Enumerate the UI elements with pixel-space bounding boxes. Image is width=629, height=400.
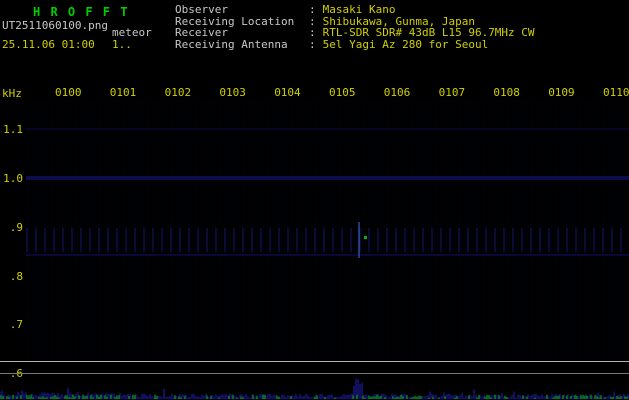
- time-tick-label: 0105: [329, 86, 356, 99]
- weak-echo-streak: [358, 222, 360, 258]
- spectrogram-plot: [26, 100, 629, 361]
- freq-tick-label: 1.0: [3, 172, 23, 185]
- freq-tick-label: .9: [9, 221, 23, 234]
- time-tick-label: 0101: [109, 86, 137, 99]
- freq-tick-label: 1.1: [3, 123, 23, 136]
- app-title: H R O F F T: [33, 5, 129, 19]
- noise-band-1p1khz: [26, 128, 629, 130]
- frequency-axis: 1.1 1.0.9.8.7.6: [0, 0, 24, 400]
- noise-band-1khz: [26, 176, 629, 180]
- station-info: Observer: Masaki Kano Receiving Location:…: [175, 4, 535, 50]
- freq-tick-label: .8: [9, 270, 23, 283]
- time-tick-label: 0102: [164, 86, 192, 99]
- info-label: Observer: [175, 3, 228, 16]
- hrofft-output: H R O F F T UT2511060100.png meteor 25.1…: [0, 0, 629, 400]
- time-axis: 0100 0101 0102 0103 0104 0105 0106 0107 0108 0109…: [0, 86, 629, 99]
- time-tick-label: 0100: [55, 86, 82, 99]
- info-separator: :: [309, 26, 316, 39]
- time-tick-label: 0106: [383, 86, 411, 99]
- info-value: 5el Yagi Az 280 for Seoul: [322, 37, 489, 51]
- noise-band-0p9khz: [26, 228, 629, 252]
- echo-counter: 1..: [112, 38, 132, 51]
- noise-level-trace: [0, 378, 629, 399]
- info-label: Receiver: [175, 26, 228, 39]
- noise-trace-blue: [0, 378, 629, 399]
- time-tick-label: 0109: [548, 86, 575, 99]
- level-strip-top-line: [0, 361, 629, 362]
- time-tick-label: 0107: [438, 86, 466, 99]
- weak-echo-dot: [364, 236, 367, 239]
- time-tick-label: 0110: [603, 86, 629, 99]
- info-label: Receiving Antenna: [175, 37, 288, 51]
- info-row-antenna: Receiving Antenna:5el Yagi Az 280 for Se…: [175, 37, 535, 51]
- noise-line-0p87khz: [26, 254, 629, 256]
- info-separator: :: [309, 3, 316, 16]
- time-tick-label: 0103: [219, 86, 246, 99]
- freq-tick-label: .7: [9, 318, 23, 331]
- time-tick-label: 0108: [493, 86, 520, 99]
- time-tick-label: 0104: [274, 86, 301, 99]
- info-separator: :: [309, 37, 316, 51]
